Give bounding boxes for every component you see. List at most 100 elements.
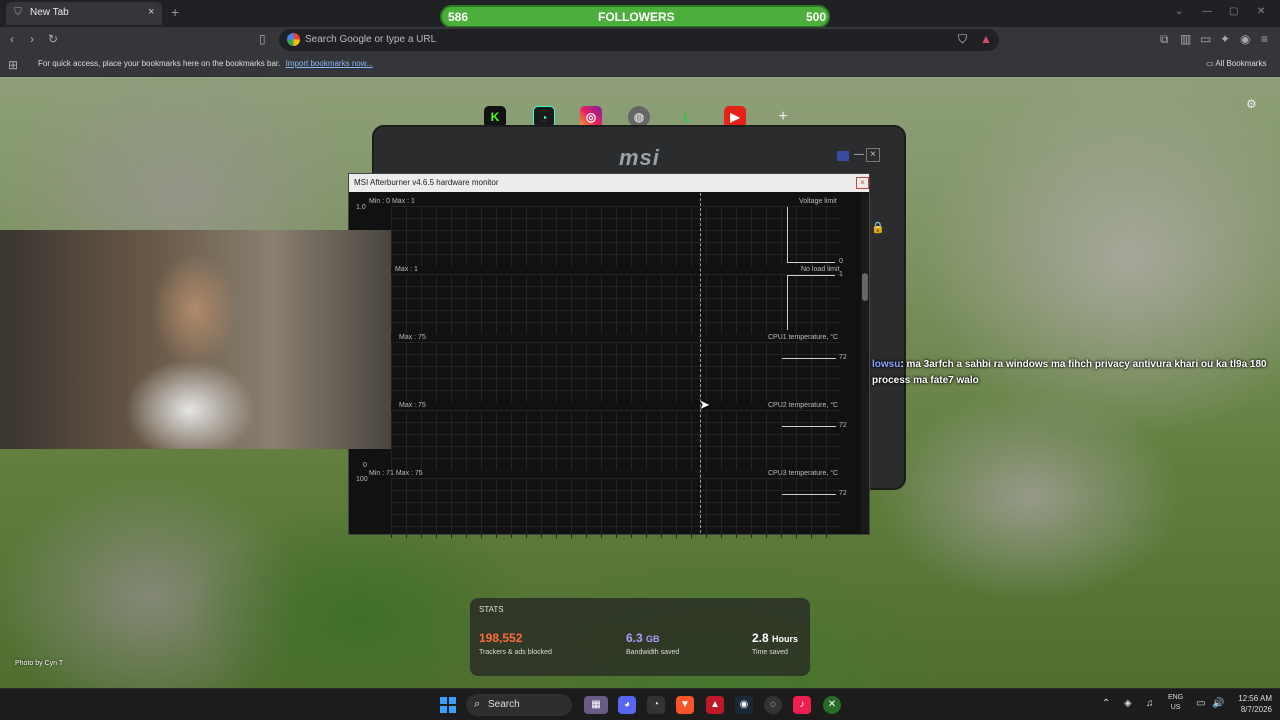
bandwidth-label: Bandwidth saved: [626, 649, 680, 656]
graph-name: CPU2 temperature, °C: [768, 402, 839, 409]
minimize-button[interactable]: —: [1202, 6, 1212, 17]
brave-rewards-icon[interactable]: ▲: [980, 32, 992, 46]
graph-trace: [787, 262, 835, 263]
bandwidth-value: 6.3: [626, 631, 643, 645]
graph-trace: [782, 494, 836, 495]
gear-icon[interactable]: ⚙: [1246, 97, 1257, 111]
app-icon[interactable]: ◌: [764, 696, 782, 714]
language-code: ENG: [1168, 694, 1184, 701]
time-value-wrap: 2.8 Hours: [752, 631, 798, 645]
monitor-scroll-thumb[interactable]: [862, 273, 868, 301]
graph-name: Voltage limit: [799, 198, 837, 205]
brave-shield-icon[interactable]: ⛉: [958, 32, 967, 47]
clock-time: 12:56 AM: [1238, 694, 1272, 703]
address-bar[interactable]: Search Google or type a URL: [279, 29, 999, 51]
maximize-button[interactable]: ▢: [1229, 6, 1238, 17]
graph-name: No load limit: [801, 266, 840, 273]
graph-min-max: Min : 71 Max : 75: [369, 470, 423, 477]
folder-icon: ▭: [1206, 59, 1216, 68]
wallet-icon[interactable]: ▭: [1200, 32, 1211, 46]
obs-icon[interactable]: ◔: [647, 696, 665, 714]
microphone-icon[interactable]: ♫: [1146, 698, 1154, 709]
graph-value: 0: [839, 258, 843, 265]
msi-settings-icon[interactable]: [837, 151, 849, 161]
all-bookmarks-button[interactable]: ▭ All Bookmarks: [1206, 59, 1266, 68]
graph-cpu1-temperature: [391, 342, 841, 402]
graph-value: 1: [839, 271, 843, 278]
graph-min-max: Min : 0 Max : 1: [369, 198, 415, 205]
windows-start-icon[interactable]: [440, 697, 456, 713]
hardware-monitor-close-button[interactable]: ×: [856, 177, 869, 189]
graph-value: 72: [839, 354, 847, 361]
graph-cpu3-temperature: [391, 478, 841, 538]
taskbar-search-label: Search: [488, 699, 520, 710]
tab-search-chevron-icon[interactable]: ⌄: [1175, 6, 1183, 17]
tray-app-icon[interactable]: ◈: [1124, 698, 1132, 709]
taskbar: ⌕ Search ▦ ◕ ◔ ▼ ▲ ◉ ◌ ♪ ✕ ⌃ ◈ ♫ ENG US …: [0, 688, 1280, 720]
vpn-icon[interactable]: ◉: [1240, 32, 1250, 46]
trackers-value: 198,552: [479, 631, 523, 645]
graph-name: CPU3 temperature, °C: [768, 470, 839, 477]
address-placeholder: Search Google or type a URL: [305, 34, 437, 45]
graph-min-max: Max : 1: [395, 266, 418, 273]
close-window-button[interactable]: ✕: [1257, 6, 1265, 17]
chat-message: lowsu: ma 3arfch a sahbi ra windows ma f…: [872, 357, 1272, 389]
network-icon[interactable]: ▭: [1196, 698, 1205, 709]
leo-ai-icon[interactable]: ✦: [1220, 32, 1230, 46]
new-tab-button[interactable]: +: [171, 4, 179, 20]
lock-icon[interactable]: 🔒: [871, 221, 885, 234]
forward-icon[interactable]: ›: [30, 32, 34, 46]
apps-grid-icon[interactable]: ⊞: [8, 58, 18, 72]
graph-trace: [782, 358, 836, 359]
graph-min-max: Max : 75: [399, 402, 426, 409]
steam-icon[interactable]: ◉: [735, 696, 753, 714]
graph-trace: [787, 275, 835, 276]
bookmarks-hint: For quick access, place your bookmarks h…: [38, 59, 373, 68]
import-bookmarks-link[interactable]: Import bookmarks now...: [286, 59, 373, 68]
language-indicator[interactable]: ENG US: [1168, 693, 1183, 713]
graph-axis-top: 100: [356, 476, 368, 483]
bookmarks-bar: ⊞ For quick access, place your bookmarks…: [0, 53, 1280, 77]
msi-minimize-button[interactable]: —: [854, 149, 864, 160]
taskbar-widget-icon[interactable]: ▦: [584, 696, 608, 714]
tab-close-button[interactable]: ×: [148, 6, 154, 18]
xbox-icon[interactable]: ✕: [823, 696, 841, 714]
menu-icon[interactable]: ≡: [1261, 32, 1268, 46]
graph-voltage-limit: [391, 206, 841, 266]
discord-icon[interactable]: ◕: [618, 696, 636, 714]
time-value: 2.8: [752, 631, 769, 645]
tab-title: New Tab: [30, 7, 69, 18]
photo-credit: Photo by Cyn T: [15, 660, 64, 667]
graph-trace: [787, 207, 788, 263]
afterburner-icon[interactable]: ▲: [706, 696, 724, 714]
followers-goal-bar: 586 FOLLOWERS 500: [440, 5, 830, 28]
followers-goal: 500: [806, 10, 827, 24]
brave-icon[interactable]: ▼: [676, 696, 694, 714]
bookmarks-hint-text: For quick access, place your bookmarks h…: [38, 59, 281, 68]
trackers-label: Trackers & ads blocked: [479, 649, 552, 656]
time-label: Time saved: [752, 649, 788, 656]
webcam-overlay: [0, 230, 391, 449]
msi-close-button[interactable]: ×: [866, 148, 880, 162]
graph-min-max: Max : 75: [399, 334, 426, 341]
graph-trace: [787, 275, 788, 330]
sidebar-icon[interactable]: ▥: [1180, 32, 1191, 46]
chat-username: lowsu: [872, 359, 901, 370]
tray-chevron-up-icon[interactable]: ⌃: [1102, 698, 1110, 709]
reload-icon[interactable]: ↻: [48, 32, 58, 46]
brave-stats-card: STATS 198,552 Trackers & ads blocked 6.3…: [470, 598, 810, 676]
bookmark-icon[interactable]: ▯: [259, 32, 266, 46]
tab-new-tab[interactable]: ⛉ New Tab ×: [6, 2, 162, 25]
mouse-cursor-icon: ➤: [699, 397, 710, 412]
msi-logo: msi: [619, 145, 660, 170]
monitor-scrollbar[interactable]: [861, 193, 869, 533]
browser-toolbar: ‹ › ↻ ▯ Search Google or type a URL ⛉ ▲ …: [0, 27, 1280, 53]
volume-icon[interactable]: 🔊: [1212, 698, 1224, 709]
extensions-icon[interactable]: ⧉: [1160, 32, 1169, 47]
clock-date: 8/7/2026: [1240, 705, 1272, 714]
back-icon[interactable]: ‹: [10, 32, 14, 46]
clock[interactable]: 12:56 AM 8/7/2026: [1228, 693, 1272, 715]
google-icon: [287, 33, 300, 46]
taskbar-search[interactable]: ⌕ Search: [466, 694, 572, 716]
tiktok-icon[interactable]: ♪: [793, 696, 811, 714]
